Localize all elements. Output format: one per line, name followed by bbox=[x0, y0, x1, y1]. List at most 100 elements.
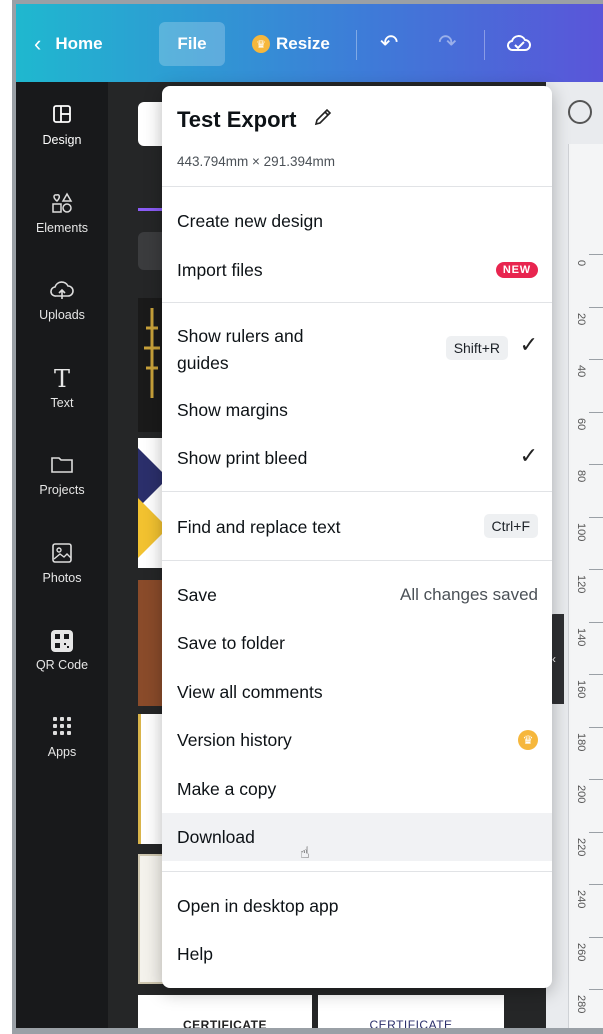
menu-item-label: Show margins bbox=[177, 399, 288, 420]
ruler-label: 220 bbox=[575, 837, 587, 856]
topbar-divider bbox=[484, 30, 485, 60]
checkmark-icon: ✓ bbox=[519, 332, 538, 357]
resize-label: Resize bbox=[276, 34, 330, 53]
show-print-bleed-item[interactable]: Show print bleed ✓ bbox=[162, 435, 552, 481]
template-thumbnail[interactable]: CERTIFICATE bbox=[138, 995, 312, 1028]
image-icon bbox=[51, 542, 73, 568]
ruler-tick bbox=[589, 989, 603, 990]
ruler-label: 60 bbox=[575, 417, 587, 430]
menu-divider bbox=[162, 871, 552, 872]
ruler-label: 140 bbox=[575, 627, 587, 646]
shortcut-badge: Shift+R bbox=[445, 336, 508, 360]
ruler-label: 100 bbox=[575, 522, 587, 541]
menu-divider bbox=[162, 491, 552, 492]
import-files-item[interactable]: Import files NEW bbox=[162, 247, 552, 293]
cloud-check-icon[interactable] bbox=[506, 32, 532, 58]
menu-divider bbox=[162, 186, 552, 187]
help-item[interactable]: Help bbox=[162, 931, 552, 977]
sidebar-label: Photos bbox=[42, 571, 82, 585]
ruler-tick bbox=[589, 464, 603, 465]
cloud-upload-icon bbox=[50, 279, 74, 305]
file-menu-button[interactable]: File bbox=[159, 22, 225, 66]
open-desktop-app-item[interactable]: Open in desktop app bbox=[162, 883, 552, 929]
shapes-icon bbox=[51, 192, 73, 218]
home-button[interactable]: ‹ Home bbox=[34, 22, 103, 66]
sidebar-label: Text bbox=[50, 396, 74, 410]
find-replace-item[interactable]: Find and replace text Ctrl+F bbox=[162, 504, 552, 550]
top-bar: ‹ Home File ♛ Resize ↶ ↷ bbox=[16, 4, 603, 82]
menu-item-label: View all comments bbox=[177, 681, 323, 702]
chevron-left-icon: ‹ bbox=[552, 652, 556, 666]
design-title[interactable]: Test Export bbox=[177, 106, 334, 134]
text-icon: T bbox=[53, 365, 70, 393]
menu-divider bbox=[162, 302, 552, 303]
window-frame: ‹ Home File ♛ Resize ↶ ↷ Design Elements… bbox=[12, 0, 603, 1034]
file-menu-dropdown: Test Export 443.794mm × 291.394mm Create… bbox=[162, 86, 552, 988]
sidebar-item-photos[interactable]: Photos bbox=[16, 542, 108, 612]
make-copy-item[interactable]: Make a copy bbox=[162, 766, 552, 812]
menu-item-label: Make a copy bbox=[177, 778, 277, 799]
sidebar-item-design[interactable]: Design bbox=[16, 104, 108, 174]
topbar-divider bbox=[356, 30, 357, 60]
menu-item-label: Save to folder bbox=[177, 632, 285, 653]
ruler-label: 260 bbox=[575, 942, 587, 961]
save-status: All changes saved bbox=[400, 585, 538, 604]
vertical-ruler: 0 20 40 60 80 100 120 140 160 180 200 220 240 260 280 bbox=[568, 144, 603, 1028]
ruler-label: 200 bbox=[575, 785, 587, 804]
sidebar-label: Projects bbox=[39, 483, 85, 497]
create-new-design-item[interactable]: Create new design bbox=[162, 198, 552, 244]
ruler-tick bbox=[589, 516, 603, 518]
ruler-label: 40 bbox=[575, 365, 587, 378]
sidebar-label: Design bbox=[42, 133, 82, 147]
menu-item-label: Show rulers and guides bbox=[177, 326, 304, 373]
ruler-label: 180 bbox=[575, 732, 587, 751]
download-item[interactable]: Download ☝ bbox=[162, 813, 552, 862]
view-comments-item[interactable]: View all comments bbox=[162, 669, 552, 715]
ruler-tick bbox=[589, 306, 603, 308]
sidebar-item-apps[interactable]: Apps bbox=[16, 716, 108, 786]
shortcut-badge: Ctrl+F bbox=[483, 514, 538, 538]
save-to-folder-item[interactable]: Save to folder bbox=[162, 620, 552, 666]
sidebar-label: Apps bbox=[47, 745, 77, 759]
ruler-tick bbox=[589, 359, 603, 360]
redo-icon[interactable]: ↷ bbox=[438, 32, 456, 54]
ruler-tick bbox=[589, 884, 603, 885]
ruler-tick bbox=[589, 831, 603, 833]
menu-item-label: Version history bbox=[177, 729, 292, 750]
resize-button[interactable]: ♛ Resize bbox=[252, 22, 330, 66]
sidebar-item-qr-code[interactable]: QR Code bbox=[16, 629, 108, 699]
chevron-left-icon: ‹ bbox=[34, 31, 42, 56]
menu-item-label: Open in desktop app bbox=[177, 895, 339, 916]
version-history-item[interactable]: Version history ♛ bbox=[162, 717, 552, 763]
sidebar-item-text[interactable]: T Text bbox=[16, 367, 108, 437]
sidebar-item-projects[interactable]: Projects bbox=[16, 454, 108, 524]
show-margins-item[interactable]: Show margins bbox=[162, 387, 552, 433]
ruler-tick bbox=[589, 621, 603, 623]
ruler-label: 280 bbox=[575, 995, 587, 1014]
template-thumbnail[interactable]: CERTIFICATE bbox=[318, 995, 504, 1028]
pencil-icon[interactable] bbox=[312, 106, 334, 134]
sidebar-item-elements[interactable]: Elements bbox=[16, 192, 108, 262]
sidebar-item-uploads[interactable]: Uploads bbox=[16, 279, 108, 349]
ruler-tick bbox=[589, 569, 603, 570]
layout-icon bbox=[52, 104, 72, 130]
color-picker-icon[interactable] bbox=[568, 100, 592, 124]
save-item[interactable]: Save All changes saved bbox=[162, 572, 552, 618]
ruler-label: 120 bbox=[575, 575, 587, 594]
show-rulers-item[interactable]: Show rulers and guides Shift+R ✓ bbox=[162, 318, 552, 382]
undo-icon[interactable]: ↶ bbox=[380, 32, 398, 54]
hand-cursor-icon: ☝ bbox=[300, 845, 310, 862]
ruler-label: 80 bbox=[575, 470, 587, 483]
grid-icon bbox=[52, 716, 72, 742]
home-label: Home bbox=[55, 34, 103, 53]
new-badge: NEW bbox=[495, 262, 538, 278]
ruler-tick bbox=[589, 674, 603, 675]
left-sidebar: Design Elements Uploads T Text Projects bbox=[16, 82, 108, 1028]
ruler-label: 0 bbox=[575, 260, 587, 267]
design-dimensions: 443.794mm × 291.394mm bbox=[177, 154, 335, 169]
ruler-tick bbox=[589, 411, 603, 413]
ruler-tick bbox=[589, 254, 603, 255]
menu-item-label: Download bbox=[177, 826, 255, 847]
ruler-tick bbox=[589, 726, 603, 728]
ruler-label: 240 bbox=[575, 890, 587, 909]
